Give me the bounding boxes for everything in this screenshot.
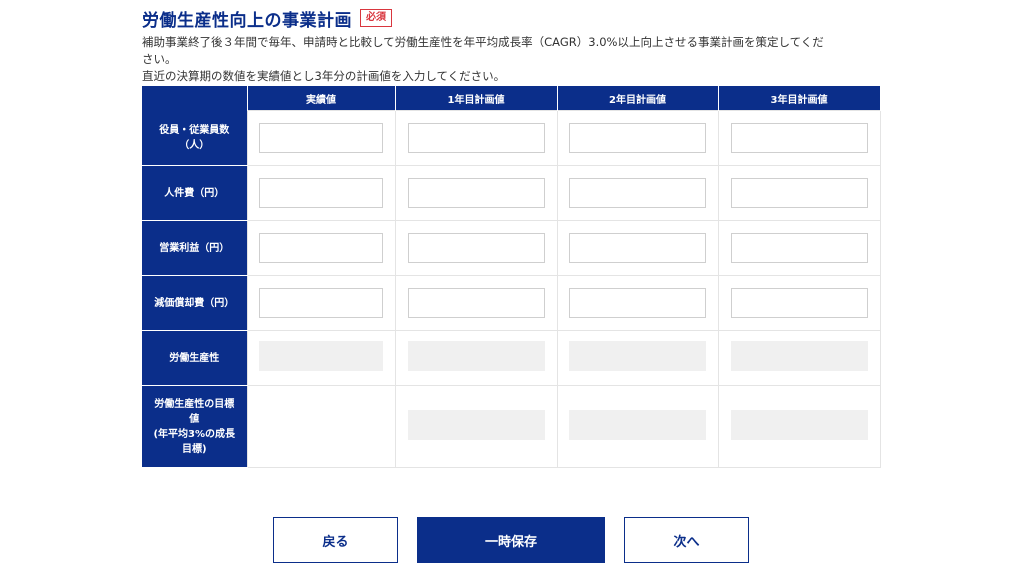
cell (394, 220, 558, 276)
cell (394, 330, 558, 386)
temporary-save-button[interactable]: 一時保存 (417, 517, 605, 563)
operating-profit-actual-input[interactable] (259, 233, 383, 263)
cell (717, 330, 881, 386)
cell (717, 385, 881, 468)
row-header-productivity: 労働生産性 (142, 330, 247, 386)
cell (717, 110, 881, 166)
personnel-cost-year2-input[interactable] (569, 178, 706, 208)
next-button[interactable]: 次へ (624, 517, 749, 563)
cell (556, 275, 719, 331)
productivity-year3-output (730, 341, 868, 371)
cell (556, 110, 719, 166)
productivity-actual-output (259, 341, 383, 371)
column-header-year3: 3年目計画値 (717, 86, 881, 111)
cell (394, 165, 558, 221)
row-header-target: 労働生産性の目標 値 (年平均3%の成長 目標) (142, 385, 247, 468)
productivity-plan-table: 実績値 1年目計画値 2年目計画値 3年目計画値 役員・従業員数 （人） 人件費… (142, 86, 881, 468)
employees-year3-input[interactable] (730, 123, 868, 153)
cell (246, 110, 396, 166)
section-header: 労働生産性向上の事業計画 必須 補助事業終了後３年間で毎年、申請時と比較して労働… (142, 4, 882, 85)
operating-profit-year3-input[interactable] (730, 233, 868, 263)
cell (246, 220, 396, 276)
back-button[interactable]: 戻る (273, 517, 398, 563)
productivity-year2-output (569, 341, 706, 371)
table-header-row: 実績値 1年目計画値 2年目計画値 3年目計画値 (142, 86, 881, 111)
description-line-2: さい。 (142, 52, 177, 66)
depreciation-actual-input[interactable] (259, 288, 383, 318)
target-year2-output (569, 409, 706, 440)
row-label-line: (年平均3%の成長 (153, 428, 236, 440)
section-title: 労働生産性向上の事業計画 (142, 10, 352, 31)
target-year1-output (407, 409, 545, 440)
cell (717, 220, 881, 276)
cell (246, 275, 396, 331)
table-row-productivity: 労働生産性 (142, 330, 881, 386)
row-label-line: 値 (189, 413, 200, 425)
required-badge: 必須 (360, 9, 392, 27)
column-header-actual: 実績値 (246, 86, 396, 111)
employees-year2-input[interactable] (569, 123, 706, 153)
target-year3-output (730, 409, 868, 440)
table-corner-cell (142, 86, 248, 111)
cell (556, 330, 719, 386)
cell (246, 330, 396, 386)
table-row-target: 労働生産性の目標 値 (年平均3%の成長 目標) (142, 385, 881, 468)
personnel-cost-actual-input[interactable] (259, 178, 383, 208)
cell (556, 165, 719, 221)
depreciation-year1-input[interactable] (407, 288, 545, 318)
cell (556, 220, 719, 276)
description-line-3: 直近の決算期の数値を実績値とし3年分の計画値を入力してください。 (142, 69, 506, 83)
cell (556, 385, 719, 468)
operating-profit-year2-input[interactable] (569, 233, 706, 263)
table-row-depreciation: 減価償却費（円） (142, 275, 881, 331)
productivity-year1-output (407, 341, 545, 371)
row-label-line: 労働生産性の目標 (154, 398, 235, 410)
cell (394, 275, 558, 331)
row-label-line: （人） (179, 139, 210, 151)
cell (246, 165, 396, 221)
row-header-depreciation: 減価償却費（円） (142, 275, 247, 331)
row-header-operating-profit: 営業利益（円） (142, 220, 247, 276)
target-actual-empty-cell (246, 385, 396, 468)
cell (717, 165, 881, 221)
depreciation-year3-input[interactable] (730, 288, 868, 318)
cell (394, 110, 558, 166)
employees-actual-input[interactable] (259, 123, 383, 153)
operating-profit-year1-input[interactable] (407, 233, 545, 263)
description-line-1: 補助事業終了後３年間で毎年、申請時と比較して労働生産性を年平均成長率（CAGR）… (142, 35, 824, 49)
title-row: 労働生産性向上の事業計画 必須 (142, 4, 882, 32)
table-row-personnel-cost: 人件費（円） (142, 165, 881, 221)
row-header-employees: 役員・従業員数 （人） (142, 110, 247, 166)
table-row-operating-profit: 営業利益（円） (142, 220, 881, 276)
depreciation-year2-input[interactable] (569, 288, 706, 318)
row-label-line: 役員・従業員数 (159, 124, 230, 136)
column-header-year1: 1年目計画値 (394, 86, 558, 111)
cell (394, 385, 558, 468)
table-row-employees: 役員・従業員数 （人） (142, 110, 881, 166)
employees-year1-input[interactable] (407, 123, 545, 153)
cell (717, 275, 881, 331)
row-label-line: 目標) (181, 443, 207, 455)
personnel-cost-year1-input[interactable] (407, 178, 545, 208)
column-header-year2: 2年目計画値 (556, 86, 719, 111)
row-header-personnel-cost: 人件費（円） (142, 165, 247, 221)
section-description: 補助事業終了後３年間で毎年、申請時と比較して労働生産性を年平均成長率（CAGR）… (142, 34, 882, 85)
personnel-cost-year3-input[interactable] (730, 178, 868, 208)
